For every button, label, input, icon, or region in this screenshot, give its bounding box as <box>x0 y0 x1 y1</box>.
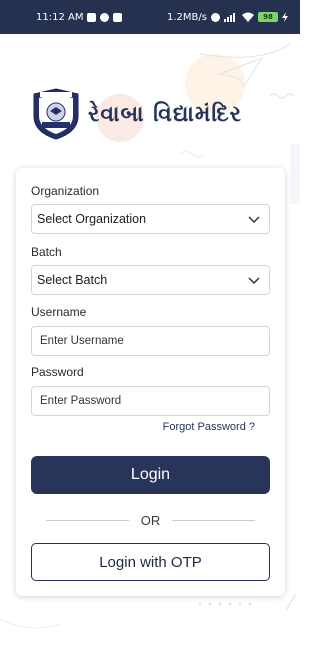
battery-icon: 98 <box>258 12 278 22</box>
username-placeholder: Enter Username <box>40 335 124 347</box>
notification-icon <box>87 12 97 22</box>
batch-select[interactable]: Select Batch <box>31 265 270 295</box>
organization-select-value: Select Organization <box>37 212 147 226</box>
organization-select[interactable]: Select Organization <box>31 204 270 234</box>
school-logo-icon <box>33 88 79 140</box>
wifi-icon <box>242 12 254 22</box>
forgot-password-link[interactable]: Forgot Password ? <box>163 421 255 433</box>
status-bar: 11:12 AM 1.2MB/s 98 <box>0 0 300 34</box>
charging-icon <box>282 12 288 22</box>
or-divider: OR <box>46 511 255 529</box>
or-text: OR <box>140 512 161 528</box>
alarm-icon <box>211 12 220 22</box>
password-label: Password <box>31 365 84 379</box>
password-placeholder: Enter Password <box>40 395 122 407</box>
status-right: 1.2MB/s 98 <box>167 12 288 23</box>
divider-line <box>172 519 255 521</box>
password-input[interactable]: Enter Password <box>31 386 270 416</box>
network-speed: 1.2MB/s <box>167 11 207 23</box>
notification-icon <box>100 12 110 22</box>
username-label: Username <box>31 305 87 319</box>
organization-label: Organization <box>31 184 100 198</box>
status-time: 11:12 AM <box>36 11 84 23</box>
signal-icon <box>224 13 235 22</box>
status-left: 11:12 AM <box>36 11 123 23</box>
chevron-down-icon <box>248 216 260 224</box>
username-input[interactable]: Enter Username <box>31 326 270 356</box>
batch-label: Batch <box>31 245 62 259</box>
school-header: રેવાબા વિદ્યામંદિર <box>32 86 282 142</box>
login-with-otp-button[interactable]: Login with OTP <box>31 543 270 581</box>
school-name: રેવાબા વિદ્યામંદિર <box>88 101 243 127</box>
notification-icon <box>113 12 123 22</box>
login-card: Organization Select Organization Batch S… <box>16 168 285 596</box>
divider-line <box>46 519 129 521</box>
chevron-down-icon <box>248 277 260 285</box>
batch-select-value: Select Batch <box>37 273 108 287</box>
login-button[interactable]: Login <box>31 456 270 494</box>
